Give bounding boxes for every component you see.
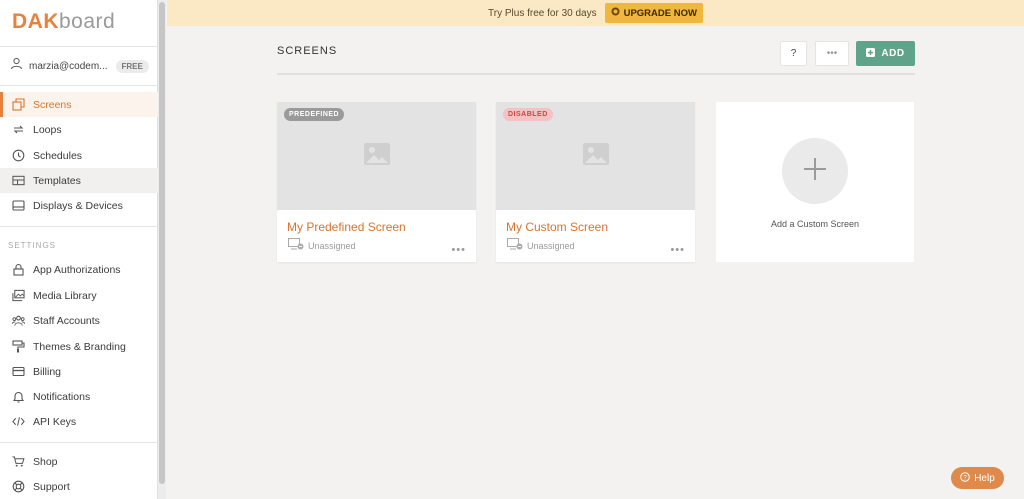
image-placeholder-icon (582, 142, 610, 171)
nav-label: Media Library (33, 289, 97, 302)
header-divider (277, 73, 915, 75)
help-button[interactable]: ? (780, 41, 807, 66)
user-icon (10, 57, 23, 75)
screen-title[interactable]: My Predefined Screen (287, 220, 406, 234)
question-circle-icon: ? (960, 471, 971, 485)
help-widget-button[interactable]: ? Help (951, 467, 1004, 489)
sidebar-scrollbar[interactable] (158, 0, 166, 499)
nav-label: App Authorizations (33, 263, 121, 276)
page-title: SCREENS (277, 45, 338, 57)
nav-item-screens[interactable]: Screens (0, 92, 158, 117)
divider (0, 85, 158, 86)
assignment-status: Unassigned (507, 237, 575, 255)
nav-label: Screens (33, 98, 72, 111)
lifebuoy-icon (12, 480, 25, 493)
nav-item-templates[interactable]: Templates (0, 168, 158, 193)
nav-item-media-library[interactable]: Media Library (0, 283, 158, 308)
assignment-status: Unassigned (288, 237, 356, 255)
display-icon (12, 199, 25, 212)
sidebar: DAKboard marzia@codem... FREE Screens Lo… (0, 0, 158, 499)
screen-card-predefined[interactable]: PREDEFINED My Predefined Screen Unassign… (277, 102, 476, 262)
nav-label: Staff Accounts (33, 314, 100, 327)
nav-item-billing[interactable]: Billing (0, 359, 158, 384)
settings-heading: SETTINGS (8, 241, 57, 250)
screen-title[interactable]: My Custom Screen (506, 220, 608, 234)
code-icon (12, 415, 25, 428)
active-indicator (0, 92, 3, 117)
screen-card-custom[interactable]: DISABLED My Custom Screen Unassigned ••• (496, 102, 695, 262)
upgrade-banner: Try Plus free for 30 days UPGRADE NOW (167, 0, 1024, 26)
predefined-badge: PREDEFINED (284, 108, 345, 121)
banner-text: Try Plus free for 30 days (488, 7, 597, 19)
nav-label: Loops (33, 123, 62, 136)
add-screen-button[interactable]: ADD (856, 41, 915, 66)
upgrade-now-button[interactable]: UPGRADE NOW (604, 3, 703, 23)
templates-icon (12, 174, 25, 187)
divider (0, 442, 158, 443)
plus-square-icon (866, 47, 876, 60)
nav-item-schedules[interactable]: Schedules (0, 143, 158, 168)
nav-label: API Keys (33, 415, 77, 428)
loop-icon (12, 123, 25, 136)
plan-badge: FREE (115, 59, 149, 73)
status-text: Unassigned (527, 241, 575, 251)
monitor-unassigned-icon (507, 237, 523, 255)
user-email: marzia@codem... (29, 60, 108, 72)
nav-label: Themes & Branding (33, 340, 126, 353)
add-custom-screen-label: Add a Custom Screen (770, 219, 860, 229)
nav-item-support[interactable]: Support (0, 474, 158, 499)
nav-label: Templates (33, 174, 81, 187)
nav-label: Shop (33, 455, 58, 468)
add-circle-button[interactable] (782, 138, 848, 204)
nav-item-app-authorizations[interactable]: App Authorizations (0, 257, 158, 282)
nav-label: Notifications (33, 390, 91, 403)
logo-prefix: DAK (12, 10, 59, 33)
monitor-unassigned-icon (288, 237, 304, 255)
nav-label: Billing (33, 365, 62, 378)
scrollbar-thumb[interactable] (159, 2, 165, 484)
card-menu-button[interactable]: ••• (670, 244, 685, 256)
dakboard-logo[interactable]: DAKboard (12, 10, 115, 34)
clock-icon (12, 149, 25, 162)
svg-text:?: ? (963, 474, 967, 481)
cart-icon (12, 455, 25, 468)
bell-icon (12, 390, 25, 403)
logo-suffix: board (59, 10, 116, 33)
screens-icon (12, 98, 25, 111)
nav-item-api-keys[interactable]: API Keys (0, 409, 158, 434)
user-account[interactable]: marzia@codem... FREE (10, 57, 150, 75)
image-placeholder-icon (363, 142, 391, 171)
divider (0, 226, 158, 227)
card-menu-button[interactable]: ••• (451, 244, 466, 256)
status-text: Unassigned (308, 241, 356, 251)
nav-item-shop[interactable]: Shop (0, 449, 158, 474)
nav-item-displays-devices[interactable]: Displays & Devices (0, 193, 158, 218)
credit-card-icon (12, 365, 25, 378)
paint-roller-icon (12, 340, 25, 353)
plus-icon (803, 157, 827, 186)
nav-label: Support (33, 480, 70, 493)
nav-label: Displays & Devices (33, 199, 123, 212)
users-icon (12, 314, 25, 327)
lock-icon (12, 263, 25, 276)
nav-item-notifications[interactable]: Notifications (0, 384, 158, 409)
more-options-button[interactable]: ••• (815, 41, 849, 66)
help-label: Help (974, 472, 995, 484)
star-icon (611, 7, 620, 19)
nav-item-staff-accounts[interactable]: Staff Accounts (0, 308, 158, 333)
divider (0, 46, 158, 47)
nav-item-themes-branding[interactable]: Themes & Branding (0, 334, 158, 359)
nav-item-loops[interactable]: Loops (0, 117, 158, 142)
upgrade-label: UPGRADE NOW (623, 7, 697, 19)
add-label: ADD (881, 48, 905, 59)
images-icon (12, 289, 25, 302)
disabled-badge: DISABLED (503, 108, 553, 121)
add-custom-screen-card[interactable]: Add a Custom Screen (716, 102, 914, 262)
nav-label: Schedules (33, 149, 83, 162)
